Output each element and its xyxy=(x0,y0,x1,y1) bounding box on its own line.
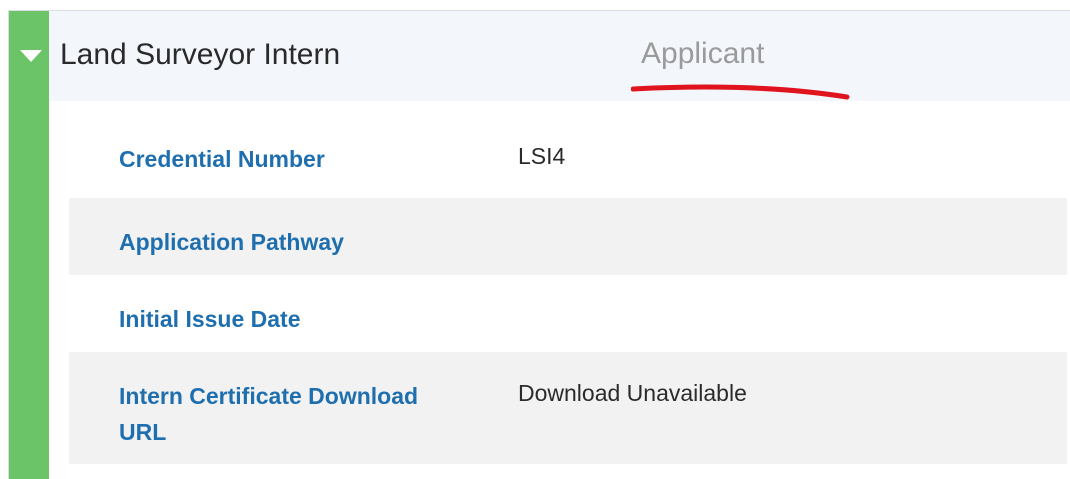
detail-row-credential-number: Credential Number LSI4 xyxy=(69,121,1067,198)
credential-status: Applicant xyxy=(641,37,765,70)
detail-row-initial-issue-date: Initial Issue Date xyxy=(69,275,1067,352)
detail-row-intern-certificate-url: Intern Certificate Download URL Download… xyxy=(69,352,1067,464)
credential-panel: Land Surveyor Intern Applicant Credentia… xyxy=(8,10,1070,479)
panel-header[interactable]: Land Surveyor Intern Applicant xyxy=(49,11,1070,101)
field-label: Intern Certificate Download URL xyxy=(119,383,419,445)
field-value: LSI4 xyxy=(518,143,566,169)
detail-row-application-pathway: Application Pathway xyxy=(69,198,1067,275)
field-label: Application Pathway xyxy=(119,229,344,255)
caret-down-icon[interactable] xyxy=(20,50,42,62)
red-underline-annotation xyxy=(631,84,850,100)
field-value: Download Unavailable xyxy=(518,380,747,406)
credential-details: Credential Number LSI4 Application Pathw… xyxy=(69,121,1067,464)
field-label: Credential Number xyxy=(119,146,325,172)
status-color-bar xyxy=(9,11,49,479)
credential-title: Land Surveyor Intern xyxy=(60,38,341,71)
field-label: Initial Issue Date xyxy=(119,306,301,332)
